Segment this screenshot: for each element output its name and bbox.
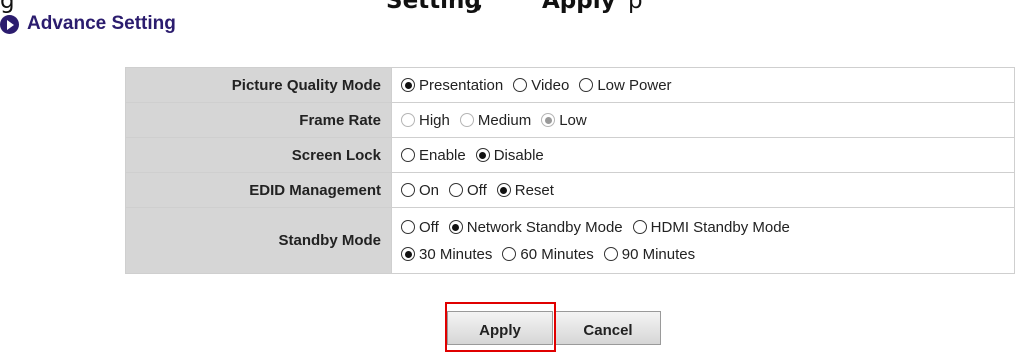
- crop-fragment: p: [628, 0, 643, 14]
- setting-row-picture-quality-mode: Picture Quality Mode Presentation Video Low…: [125, 67, 1015, 103]
- setting-label: Frame Rate: [125, 102, 392, 138]
- radio-reset[interactable]: [496, 183, 511, 197]
- setting-value: Off Network Standby Mode HDMI Standby Mode…: [391, 207, 1015, 274]
- option-line: Enable Disable: [401, 147, 1014, 164]
- setting-value: Enable Disable: [391, 137, 1015, 173]
- option-line: On Off Reset: [401, 182, 1014, 199]
- radio-medium: [459, 113, 474, 127]
- option-label: 60 Minutes: [520, 245, 594, 263]
- cancel-button[interactable]: Cancel: [555, 311, 661, 345]
- option-presentation[interactable]: Presentation: [401, 77, 503, 94]
- option-label: Off: [419, 218, 439, 236]
- play-circle-icon: [0, 15, 19, 34]
- setting-value: Presentation Video Low Power: [391, 67, 1015, 103]
- setting-label: EDID Management: [125, 172, 392, 208]
- setting-label: Screen Lock: [125, 137, 392, 173]
- option-30-minutes[interactable]: 30 Minutes: [401, 246, 492, 263]
- setting-value: On Off Reset: [391, 172, 1015, 208]
- setting-label: Standby Mode: [125, 207, 392, 274]
- option-label: Low: [559, 111, 587, 129]
- setting-row-edid-management: EDID Management On Off Reset: [125, 172, 1015, 208]
- option-label: 90 Minutes: [621, 245, 696, 263]
- radio-enable[interactable]: [401, 148, 415, 162]
- option-label: Off: [467, 181, 487, 199]
- option-low-power[interactable]: Low Power: [579, 76, 672, 94]
- option-line: Off Network Standby Mode HDMI Standby Mode: [401, 219, 1014, 236]
- option-high: High: [401, 112, 450, 129]
- option-disable[interactable]: Disable: [475, 146, 544, 164]
- radio-off[interactable]: [449, 183, 464, 197]
- setting-label: Picture Quality Mode: [125, 67, 392, 103]
- option-label: Low Power: [597, 76, 672, 94]
- radio-presentation[interactable]: [401, 78, 415, 92]
- option-line: 30 Minutes 60 Minutes 90 Minutes: [401, 246, 1014, 263]
- setting-row-screen-lock: Screen Lock Enable Disable: [125, 137, 1015, 173]
- option-line: High Medium Low: [401, 112, 1014, 129]
- option-off[interactable]: Off: [401, 219, 439, 236]
- cropped-instruction-text: g Setting , Apply p: [0, 0, 1023, 14]
- radio-60-minutes[interactable]: [502, 247, 517, 261]
- setting-row-standby-mode: Standby Mode Off Network Standby Mode HDMI …: [125, 207, 1015, 274]
- option-label: 30 Minutes: [419, 245, 493, 263]
- option-video[interactable]: Video: [513, 77, 569, 94]
- radio-hdmi-standby-mode[interactable]: [632, 220, 647, 234]
- option-label: Reset: [514, 181, 554, 199]
- radio-off[interactable]: [401, 220, 415, 234]
- option-label: Enable: [419, 146, 466, 164]
- option-low: Low: [541, 112, 587, 129]
- radio-disable[interactable]: [475, 148, 490, 162]
- radio-30-minutes[interactable]: [401, 247, 415, 261]
- option-reset[interactable]: Reset: [496, 181, 554, 199]
- crop-fragment-bold: Setting: [386, 0, 481, 14]
- option-90-minutes[interactable]: 90 Minutes: [603, 245, 696, 263]
- setting-row-frame-rate: Frame Rate High Medium Low: [125, 102, 1015, 138]
- crop-fragment-bold: Apply: [542, 0, 616, 14]
- radio-90-minutes[interactable]: [603, 247, 618, 261]
- apply-button[interactable]: Apply: [447, 311, 553, 345]
- option-on[interactable]: On: [401, 182, 439, 199]
- option-label: Medium: [477, 111, 532, 129]
- option-label: Network Standby Mode: [466, 218, 623, 236]
- section-title: Advance Setting: [27, 13, 176, 34]
- option-network-standby-mode[interactable]: Network Standby Mode: [448, 218, 623, 236]
- option-enable[interactable]: Enable: [401, 147, 466, 164]
- option-60-minutes[interactable]: 60 Minutes: [502, 245, 594, 263]
- radio-high: [401, 113, 415, 127]
- option-label: Disable: [493, 146, 544, 164]
- advance-settings-table: Picture Quality Mode Presentation Video Low…: [125, 67, 1015, 274]
- radio-low: [541, 113, 556, 127]
- radio-network-standby-mode[interactable]: [448, 220, 463, 234]
- option-label: High: [419, 111, 450, 129]
- form-buttons: Apply Cancel: [447, 311, 661, 345]
- option-line: Presentation Video Low Power: [401, 77, 1014, 94]
- option-hdmi-standby-mode[interactable]: HDMI Standby Mode: [632, 218, 790, 236]
- option-label: Presentation: [419, 76, 504, 94]
- radio-video[interactable]: [513, 78, 528, 92]
- crop-fragment: g: [0, 0, 15, 14]
- setting-value: High Medium Low: [391, 102, 1015, 138]
- option-off[interactable]: Off: [449, 182, 487, 199]
- option-medium: Medium: [459, 111, 532, 129]
- option-label: On: [419, 181, 440, 199]
- crop-fragment: ,: [476, 0, 484, 14]
- option-label: HDMI Standby Mode: [650, 218, 790, 236]
- radio-low-power[interactable]: [579, 78, 594, 92]
- radio-on[interactable]: [401, 183, 415, 197]
- option-label: Video: [531, 76, 570, 94]
